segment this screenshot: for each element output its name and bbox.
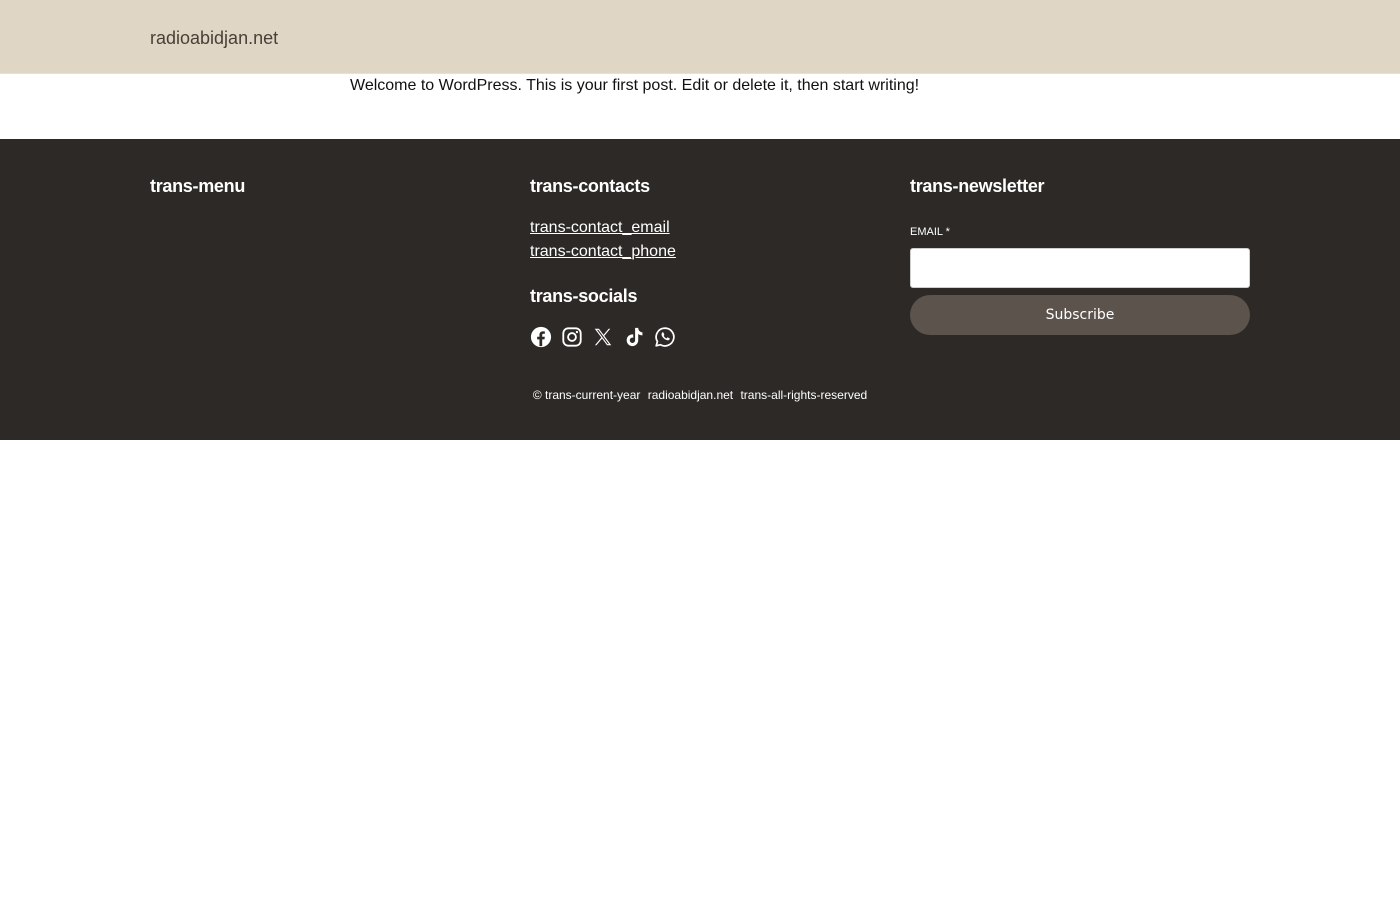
copyright-year: © trans-current-year bbox=[532, 388, 641, 402]
copyright-line: © trans-current-year radioabidjan.net tr… bbox=[0, 388, 1400, 402]
copyright-rights: trans-all-rights-reserved bbox=[740, 388, 868, 402]
contact-phone-link[interactable]: trans-contact_phone bbox=[530, 242, 676, 262]
social-icons-row bbox=[530, 326, 676, 348]
footer-newsletter-heading: trans-newsletter bbox=[910, 176, 1045, 196]
site-footer: trans-menu trans-contacts trans-contact_… bbox=[0, 139, 1400, 440]
site-header: radioabidjan.net bbox=[0, 0, 1400, 74]
contact-email-link[interactable]: trans-contact_email bbox=[530, 218, 670, 238]
footer-menu-heading: trans-menu bbox=[150, 176, 246, 196]
email-label: EMAIL * bbox=[910, 226, 950, 238]
tiktok-icon[interactable] bbox=[623, 326, 645, 348]
site-title-link[interactable]: radioabidjan.net bbox=[150, 27, 278, 49]
subscribe-button[interactable]: Subscribe bbox=[910, 295, 1250, 335]
post-content: Welcome to WordPress. This is your first… bbox=[350, 77, 920, 94]
newsletter-email-input[interactable] bbox=[910, 248, 1250, 288]
footer-socials-heading: trans-socials bbox=[530, 286, 638, 306]
copyright-site: radioabidjan.net bbox=[647, 388, 734, 402]
facebook-icon[interactable] bbox=[530, 326, 552, 348]
whatsapp-icon[interactable] bbox=[654, 326, 676, 348]
footer-contacts-heading: trans-contacts bbox=[530, 176, 650, 196]
instagram-icon[interactable] bbox=[561, 326, 583, 348]
x-icon[interactable] bbox=[592, 326, 614, 348]
